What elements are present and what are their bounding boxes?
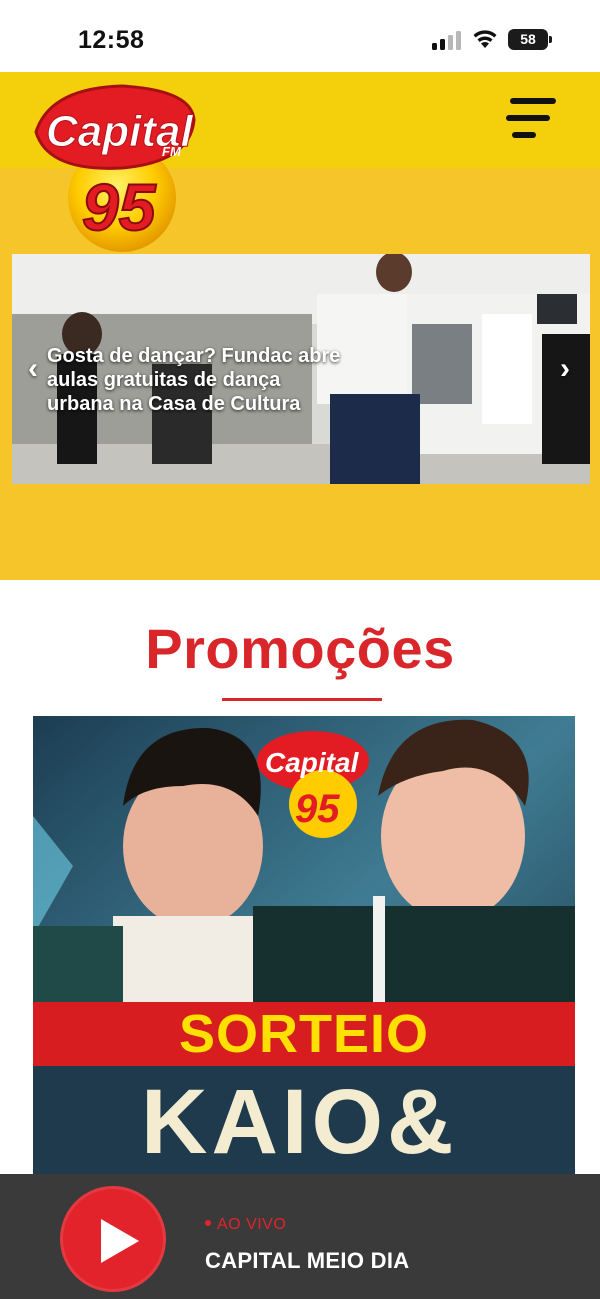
section-divider [222, 698, 382, 701]
hamburger-menu-icon [510, 98, 556, 104]
svg-text:95: 95 [82, 170, 157, 244]
svg-text:Capital: Capital [265, 747, 360, 778]
sorteio-badge: SORTEIO [33, 1002, 575, 1066]
status-bar: 12:58 58 [0, 0, 600, 72]
current-show-name: CAPITAL MEIO DIA [205, 1248, 410, 1273]
menu-button[interactable] [504, 96, 556, 142]
artist-name-line-1: KAIO& [141, 1071, 458, 1173]
hamburger-menu-icon [506, 115, 550, 121]
wifi-icon [473, 30, 497, 48]
promo-banner[interactable]: Capital 95 SORTEIO KAIO& GABRIEL [33, 716, 575, 1186]
battery-icon: 58 [508, 29, 552, 50]
radio-player: AO VIVO CAPITAL MEIO DIA [0, 1174, 600, 1299]
live-indicator: AO VIVO [205, 1216, 286, 1234]
slide-title[interactable]: Gosta de dançar? Fundac abre aulas gratu… [47, 344, 347, 416]
status-time: 12:58 [78, 26, 145, 54]
live-label: AO VIVO [217, 1216, 287, 1233]
play-button[interactable] [60, 1186, 166, 1292]
svg-text:FM: FM [162, 144, 182, 159]
svg-text:95: 95 [295, 787, 340, 831]
live-dot-icon [205, 1219, 211, 1226]
slider-next-button[interactable]: › [552, 352, 578, 386]
play-icon [101, 1219, 139, 1263]
section-title: Promoções [145, 617, 455, 680]
slider-prev-button[interactable]: ‹ [20, 352, 46, 386]
sorteio-label: SORTEIO [178, 1004, 430, 1064]
capital-fm-logo[interactable]: Capital FM 95 [30, 80, 198, 255]
news-slider[interactable]: Gosta de dançar? Fundac abre aulas gratu… [12, 254, 590, 484]
hamburger-menu-icon [512, 132, 536, 138]
signal-icon [432, 30, 464, 50]
